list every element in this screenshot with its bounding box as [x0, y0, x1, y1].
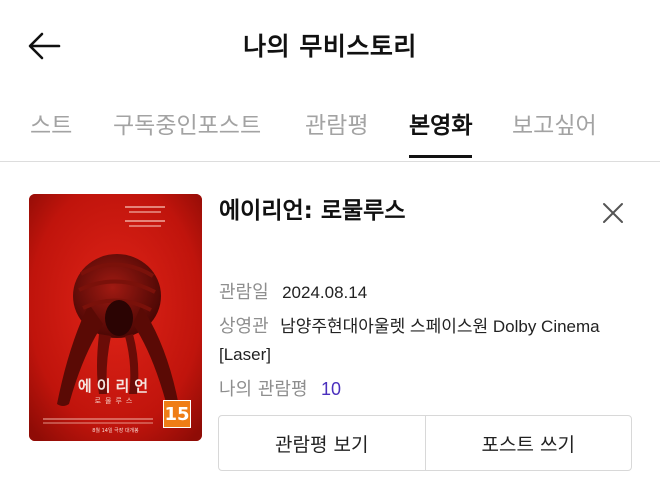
watched-date-label: 관람일	[219, 282, 269, 303]
tab-wishlist[interactable]: 보고싶어	[512, 106, 597, 158]
tab-reviews[interactable]: 관람평	[305, 106, 368, 158]
tab-subscribed-posts[interactable]: 구독중인포스트	[113, 106, 261, 158]
tab-label: 관람평	[305, 113, 369, 139]
theater-label: 상영관	[219, 316, 269, 337]
watched-date-row: 관람일 2024.08.14	[219, 278, 367, 304]
action-button-group: 관람평 보기 포스트 쓰기	[218, 415, 632, 471]
tab-label: 스트	[30, 113, 73, 139]
view-review-button[interactable]: 관람평 보기	[219, 416, 425, 470]
tab-post[interactable]: 스트	[30, 106, 72, 158]
tab-watched-movies[interactable]: 본영화	[409, 106, 473, 158]
remove-movie-button[interactable]	[596, 196, 630, 230]
movie-poster[interactable]: 에이리언 로물루스 8월 14일 극장 대개봉 15	[29, 194, 202, 441]
watched-date-value: 2024.08.14	[282, 283, 368, 302]
tab-label: 본영화	[409, 113, 473, 139]
tab-bar: 스트 구독중인포스트 관람평 본영화 보고싶어	[0, 96, 660, 160]
movie-title[interactable]: 에이리언: 로물루스	[219, 191, 406, 225]
close-icon	[603, 203, 623, 223]
tabs-divider	[0, 161, 660, 162]
my-score-value: 10	[320, 379, 341, 399]
active-tab-indicator	[409, 155, 473, 158]
tab-label: 보고싶어	[512, 113, 597, 139]
poster-release-note: 8월 14일 극장 대개봉	[92, 428, 139, 434]
app-header: 나의 무비스토리	[0, 0, 660, 90]
theater-row: 상영관 남양주현대아울렛 스페이스원 Dolby Cinema [Laser]	[219, 313, 639, 369]
poster-title: 에이리언	[77, 377, 154, 395]
age-rating-badge: 15	[163, 400, 191, 428]
my-score-label: 나의 관람평	[219, 379, 308, 400]
page-title: 나의 무비스토리	[243, 32, 417, 61]
tab-label: 구독중인포스트	[113, 113, 262, 139]
theater-value: 남양주현대아울렛 스페이스원 Dolby Cinema [Laser]	[219, 317, 600, 364]
my-score-row: 나의 관람평 10	[219, 375, 341, 401]
write-post-button[interactable]: 포스트 쓰기	[426, 416, 632, 470]
